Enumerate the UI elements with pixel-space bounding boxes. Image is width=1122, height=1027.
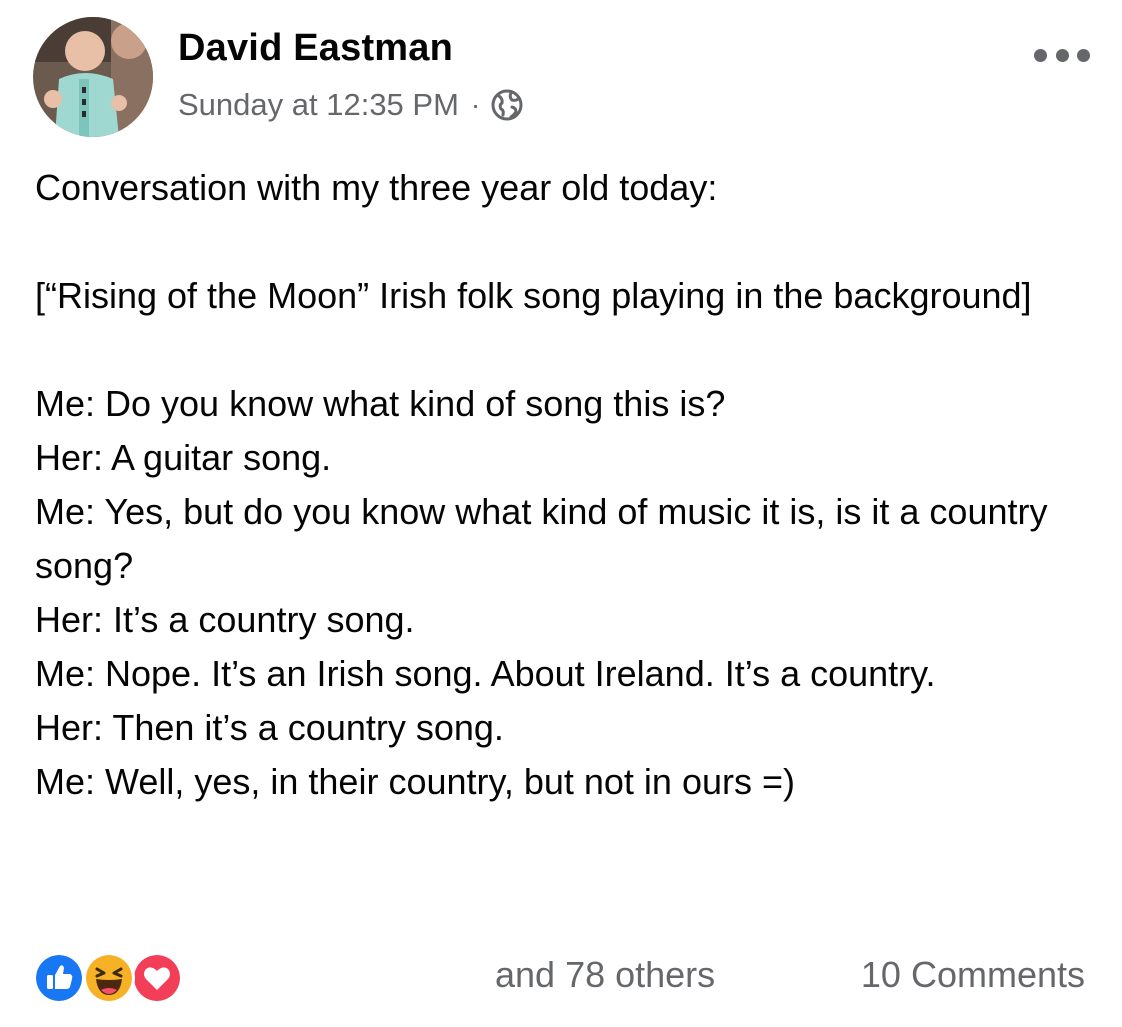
love-icon [131,952,183,1004]
globe-icon[interactable] [490,88,524,122]
post-footer: and 78 others 10 Comments [33,946,1085,1006]
author-name[interactable]: David Eastman [178,27,453,70]
meta-separator: · [470,89,481,120]
comments-count[interactable]: 10 Comments [861,954,1085,996]
post-body: Conversation with my three year old toda… [35,161,1095,809]
more-options-icon[interactable] [1034,40,1090,70]
haha-icon [83,952,135,1004]
like-icon [33,952,85,1004]
timestamp[interactable]: Sunday at 12:35 PM [178,87,459,123]
facebook-post: David Eastman Sunday at 12:35 PM · Conve… [0,0,1122,1027]
more-dot [1034,48,1047,62]
more-dot [1055,48,1069,62]
post-line: Conversation with my three year old toda… [35,167,718,208]
post-line: Her: A guitar song. [35,437,332,478]
post-meta: Sunday at 12:35 PM · [178,85,524,125]
reactions-count[interactable]: and 78 others [495,954,715,996]
post-line: Her: Then it’s a country song. [35,707,504,748]
post-line: Her: It’s a country song. [35,599,415,640]
more-dot [1077,48,1090,62]
post-line: [“Rising of the Moon” Irish folk song pl… [35,275,1032,316]
post-line: Me: Do you know what kind of song this i… [35,383,726,424]
avatar[interactable] [33,17,153,137]
post-line: Me: Nope. It’s an Irish song. About Irel… [35,653,936,694]
post-line: Me: Yes, but do you know what kind of mu… [35,491,1058,586]
reactions-summary[interactable] [33,952,183,1004]
profile-photo [33,17,153,137]
post-line: Me: Well, yes, in their country, but not… [35,761,795,802]
